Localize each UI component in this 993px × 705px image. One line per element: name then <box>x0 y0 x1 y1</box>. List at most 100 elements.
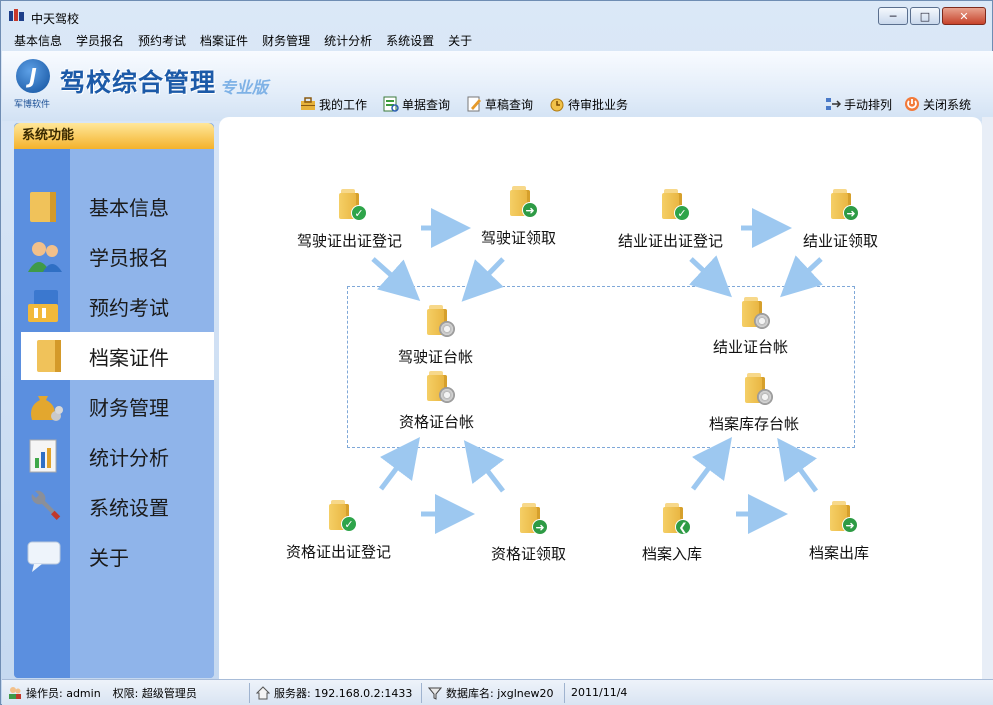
menu-system-settings[interactable]: 系统设置 <box>379 31 441 51</box>
minimize-button[interactable]: ─ <box>878 7 908 25</box>
node-graduation-cert-issue[interactable]: 结业证出证登记 <box>618 230 723 251</box>
sidebar-item-label: 关于 <box>89 545 129 570</box>
filter-icon <box>428 687 442 700</box>
node-graduation-cert-ledger[interactable]: 结业证台帐 <box>713 336 788 357</box>
toolbar-label: 单据查询 <box>402 97 451 112</box>
node-qualification-cert-ledger[interactable]: 资格证台帐 <box>399 411 474 432</box>
toolbar-label: 待审批业务 <box>568 97 629 112</box>
ledger-folder-icon[interactable] <box>743 371 773 405</box>
toolbar-manual-arrange[interactable]: 手动排列 <box>825 94 892 114</box>
toolbar-pending-approval[interactable]: 待审批业务 <box>549 94 628 114</box>
logo-caption: 军博软件 <box>14 100 51 110</box>
node-archive-in[interactable]: 档案入库 <box>642 543 702 564</box>
sidebar-item-statistics[interactable]: 统计分析 <box>14 432 214 480</box>
app-header: J 军博软件 驾校综合管理 专业版 我的工作 单据查询 草稿查询 待审批业务 手… <box>2 51 993 121</box>
sidebar-item-label: 基本信息 <box>89 195 169 220</box>
toolbar-my-work[interactable]: 我的工作 <box>300 94 367 114</box>
archive-out-folder-icon[interactable]: ➜ <box>828 499 858 533</box>
node-qualification-cert-collect[interactable]: 资格证领取 <box>491 543 566 564</box>
archive-in-folder-icon[interactable]: ❮ <box>661 501 691 535</box>
node-archive-out[interactable]: 档案出库 <box>809 542 869 563</box>
sidebar-item-exam-booking[interactable]: 预约考试 <box>14 282 214 330</box>
cert-collect-folder-icon[interactable]: ➜ <box>829 187 859 221</box>
title-bar: 中天驾校 ─ □ ✕ <box>1 1 992 31</box>
user-icon <box>9 686 21 699</box>
document-query-icon <box>383 96 399 112</box>
status-date-text: 2011/11/4 <box>571 686 628 699</box>
ledger-folder-icon[interactable] <box>425 303 455 337</box>
cert-collect-folder-icon[interactable]: ➜ <box>518 501 548 535</box>
sidebar-item-label: 预约考试 <box>89 295 169 320</box>
menu-exam-booking[interactable]: 预约考试 <box>131 31 193 51</box>
status-operator: 操作员: admin 权限: 超级管理员 <box>2 682 250 703</box>
node-archive-inventory-ledger[interactable]: 档案库存台帐 <box>709 413 799 434</box>
toolbar-close-system[interactable]: 关闭系统 <box>904 94 971 114</box>
app-edition: 专业版 <box>220 78 269 97</box>
status-operator-text: 操作员: admin <box>26 686 101 700</box>
node-driving-license-issue[interactable]: 驾驶证出证登记 <box>297 230 402 251</box>
cert-issue-folder-icon[interactable]: ✓ <box>337 187 367 221</box>
draft-query-icon <box>467 96 482 112</box>
app-title: 驾校综合管理 <box>60 68 217 97</box>
speech-bubble-icon <box>27 541 61 572</box>
home-icon <box>256 685 270 699</box>
status-role-text: 权限: 超级管理员 <box>112 686 197 700</box>
sidebar-item-label: 档案证件 <box>89 345 169 370</box>
wrench-icon <box>31 490 61 520</box>
sidebar-header: 系统功能 <box>14 123 214 149</box>
sidebar-item-student-enroll[interactable]: 学员报名 <box>14 232 214 280</box>
status-database: 数据库名: jxglnew20 <box>422 682 565 703</box>
menu-bar: 基本信息 学员报名 预约考试 档案证件 财务管理 统计分析 系统设置 关于 <box>1 31 992 51</box>
node-graduation-cert-collect[interactable]: 结业证领取 <box>803 230 878 251</box>
status-bar: 操作员: admin 权限: 超级管理员 服务器: 192.168.0.2:14… <box>2 679 993 705</box>
menu-archive-certs[interactable]: 档案证件 <box>193 31 255 51</box>
cert-issue-folder-icon[interactable]: ✓ <box>660 187 690 221</box>
pending-approval-icon <box>550 98 564 112</box>
status-server: 服务器: 192.168.0.2:1433 <box>250 682 422 703</box>
scroll-gutter <box>982 117 993 679</box>
sidebar-item-basic-info[interactable]: 基本信息 <box>14 182 214 230</box>
sidebar-item-finance[interactable]: 财务管理 <box>14 382 214 430</box>
menu-finance[interactable]: 财务管理 <box>255 31 317 51</box>
menu-about[interactable]: 关于 <box>441 31 479 51</box>
ledger-folder-icon[interactable] <box>425 369 455 403</box>
folder-icon <box>30 192 56 222</box>
sidebar-item-about[interactable]: 关于 <box>14 532 214 580</box>
sidebar-body: 基本信息 学员报名 预约考试 档案证件 财务管理 统计分析 系统设置 关于 <box>14 149 214 678</box>
status-date: 2011/11/4 <box>565 683 633 703</box>
node-qualification-cert-issue[interactable]: 资格证出证登记 <box>286 541 391 562</box>
menu-student-enroll[interactable]: 学员报名 <box>69 31 131 51</box>
menu-statistics[interactable]: 统计分析 <box>317 31 379 51</box>
toolbar: 我的工作 单据查询 草稿查询 待审批业务 <box>300 94 628 114</box>
node-driving-license-collect[interactable]: 驾驶证领取 <box>481 227 556 248</box>
close-button[interactable]: ✕ <box>942 7 986 25</box>
app-icon <box>9 9 24 21</box>
toolbar-right: 手动排列 关闭系统 <box>825 94 971 114</box>
sidebar-item-label: 财务管理 <box>89 395 169 420</box>
logo-icon: J <box>16 59 50 93</box>
window-controls: ─ □ ✕ <box>878 7 986 25</box>
cert-collect-folder-icon[interactable]: ➜ <box>508 184 538 218</box>
arrange-icon <box>825 98 841 110</box>
ledger-folder-icon[interactable] <box>740 295 770 329</box>
calendar-folder-icon <box>28 290 58 322</box>
status-server-text: 服务器: 192.168.0.2:1433 <box>274 686 413 700</box>
cert-issue-folder-icon[interactable]: ✓ <box>327 498 357 532</box>
sidebar-item-archive-certs[interactable]: 档案证件 <box>21 332 214 380</box>
sidebar-item-label: 统计分析 <box>89 445 169 470</box>
maximize-button[interactable]: □ <box>910 7 940 25</box>
users-icon <box>28 242 62 272</box>
menu-basic-info[interactable]: 基本信息 <box>7 31 69 51</box>
sidebar: 系统功能 基本信息 学员报名 预约考试 档案证件 财务管理 统计分析 系统设置 … <box>14 123 214 678</box>
toolbar-document-query[interactable]: 单据查询 <box>383 94 450 114</box>
sidebar-item-system-settings[interactable]: 系统设置 <box>14 482 214 530</box>
money-bag-icon <box>31 396 63 421</box>
toolbar-label: 草稿查询 <box>485 97 534 112</box>
folder-icon <box>37 340 61 372</box>
app-window: 中天驾校 ─ □ ✕ 基本信息 学员报名 预约考试 档案证件 财务管理 统计分析… <box>0 0 993 705</box>
node-driving-license-ledger[interactable]: 驾驶证台帐 <box>398 346 473 367</box>
sidebar-item-label: 学员报名 <box>89 245 169 270</box>
status-database-text: 数据库名: jxglnew20 <box>446 686 554 700</box>
toolbar-draft-query[interactable]: 草稿查询 <box>466 94 533 114</box>
window-title: 中天驾校 <box>31 12 80 26</box>
